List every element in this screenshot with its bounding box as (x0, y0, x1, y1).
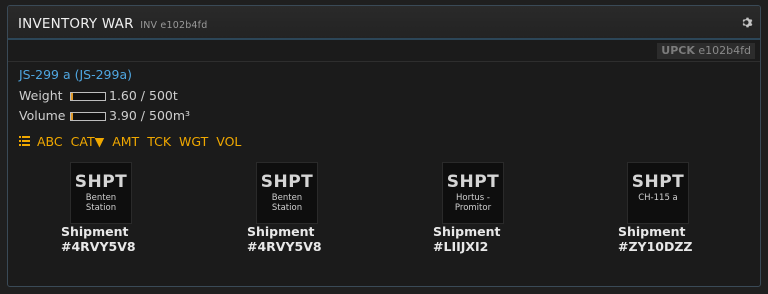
item-ticker: SHPT (260, 172, 314, 192)
item-name-line1: Shipment (61, 224, 129, 239)
upck-badge[interactable]: UPCK e102b4fd (657, 43, 755, 59)
upck-id: e102b4fd (698, 44, 751, 57)
sort-bar: ABC CAT▼ AMT TCK WGT VOL (19, 133, 249, 149)
item-thumbnail[interactable]: SHPT CH-115 a (627, 162, 689, 224)
item-thumbnail[interactable]: SHPT Hortus - Promitor (442, 162, 504, 224)
inventory-window: INVENTORY WAR INV e102b4fd UPCK e102b4fd… (7, 5, 761, 287)
gear-icon-svg (742, 17, 752, 28)
inventory-grid: SHPT Benten Station Shipment #4RVY5V8 SH… (8, 160, 760, 260)
item-subtitle: Hortus - Promitor (454, 193, 492, 213)
inventory-item[interactable]: SHPT CH-115 a Shipment #ZY10DZZ (618, 160, 710, 256)
item-subtitle: CH-115 a (638, 193, 678, 203)
list-icon[interactable] (19, 135, 31, 147)
title-bar[interactable]: INVENTORY WAR INV e102b4fd (8, 6, 760, 40)
sort-option-amt[interactable]: AMT (112, 134, 139, 149)
window-title: INVENTORY WAR INV e102b4fd (18, 16, 207, 32)
inventory-item[interactable]: SHPT Hortus - Promitor Shipment #LIIJXI2 (433, 160, 525, 256)
upck-label: UPCK (661, 44, 695, 57)
item-ticker: SHPT (446, 172, 500, 192)
item-name: Shipment #LIIJXI2 (433, 224, 533, 254)
item-name-line2: #LIIJXI2 (433, 239, 489, 254)
weight-bar (70, 92, 106, 101)
list-icon-svg (19, 136, 30, 146)
volume-bar-fill (71, 113, 74, 120)
item-name-line2: #4RVY5V8 (61, 239, 136, 254)
weight-bar-fill (71, 93, 74, 100)
item-name-line1: Shipment (618, 224, 686, 239)
item-ticker: SHPT (631, 172, 685, 192)
item-thumbnail[interactable]: SHPT Benten Station (256, 162, 318, 224)
gear-icon[interactable] (740, 16, 754, 30)
item-name-line1: Shipment (247, 224, 315, 239)
sort-option-vol[interactable]: VOL (216, 134, 241, 149)
header-divider (8, 61, 760, 62)
sort-option-tck[interactable]: TCK (147, 134, 171, 149)
window-title-sub: INV e102b4fd (140, 20, 208, 31)
weight-value: 1.60 / 500t (109, 88, 178, 103)
item-name-line2: #4RVY5V8 (247, 239, 322, 254)
item-name: Shipment #4RVY5V8 (247, 224, 347, 254)
sort-option-wgt[interactable]: WGT (179, 134, 208, 149)
volume-label: Volume (19, 108, 66, 123)
weight-label: Weight (19, 88, 63, 103)
item-name: Shipment #4RVY5V8 (61, 224, 161, 254)
item-subtitle: Benten Station (85, 193, 117, 213)
item-thumbnail[interactable]: SHPT Benten Station (70, 162, 132, 224)
item-subtitle: Benten Station (271, 193, 303, 213)
volume-bar (70, 112, 106, 121)
item-ticker: SHPT (74, 172, 128, 192)
item-name-line2: #ZY10DZZ (618, 239, 693, 254)
volume-value: 3.90 / 500m³ (109, 108, 191, 123)
window-title-text: INVENTORY WAR (18, 16, 134, 32)
inventory-item[interactable]: SHPT Benten Station Shipment #4RVY5V8 (61, 160, 153, 256)
item-name: Shipment #ZY10DZZ (618, 224, 718, 254)
sort-option-abc[interactable]: ABC (37, 134, 63, 149)
inventory-item[interactable]: SHPT Benten Station Shipment #4RVY5V8 (247, 160, 339, 256)
item-name-line1: Shipment (433, 224, 501, 239)
ship-name-link[interactable]: JS-299 a (JS-299a) (19, 67, 132, 82)
sort-option-cat[interactable]: CAT▼ (71, 134, 105, 149)
